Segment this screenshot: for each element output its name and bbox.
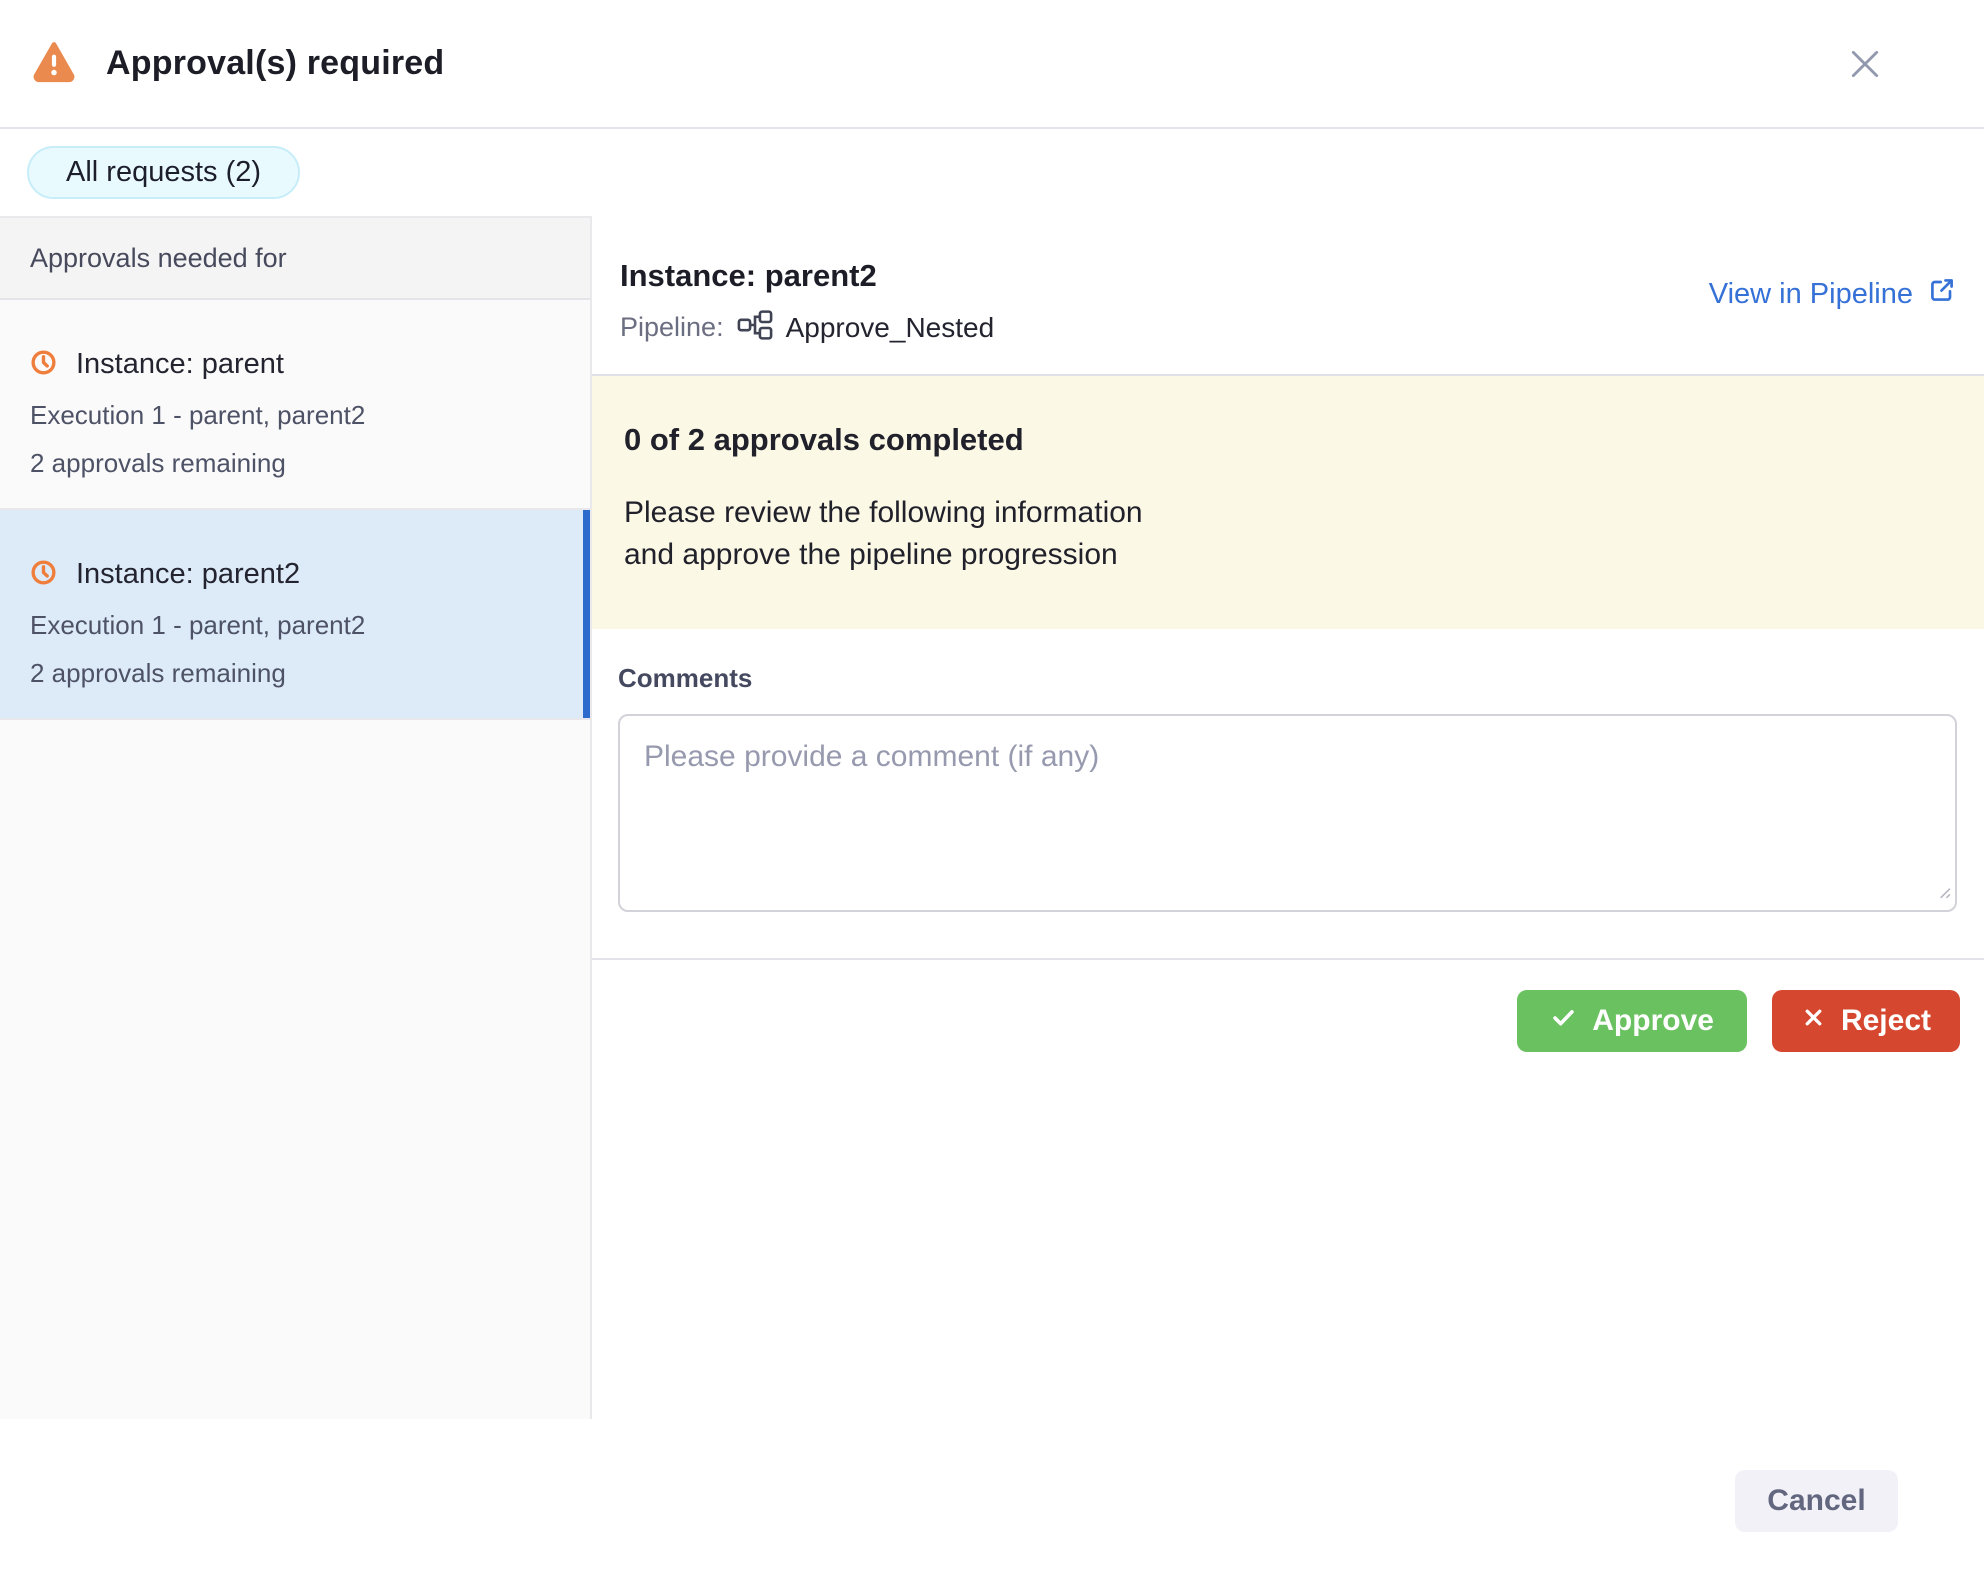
cancel-button[interactable]: Cancel xyxy=(1735,1470,1898,1532)
sidebar-heading: Approvals needed for xyxy=(0,216,590,300)
pipeline-row: Pipeline: Approve_Nested xyxy=(620,310,1958,345)
warning-icon xyxy=(30,39,78,88)
approval-status-callout: 0 of 2 approvals completed Please review… xyxy=(592,376,1984,629)
clock-pending-icon xyxy=(30,559,57,591)
approval-modal: Approval(s) required All requests (2) Ap… xyxy=(0,0,1984,1588)
cross-icon xyxy=(1801,1004,1826,1038)
tab-all-requests[interactable]: All requests (2) xyxy=(27,146,300,199)
comments-field-wrap xyxy=(618,714,1957,912)
modal-title: Approval(s) required xyxy=(106,44,444,83)
approval-item-execution: Execution 1 - parent, parent2 xyxy=(30,610,560,641)
approval-item-execution: Execution 1 - parent, parent2 xyxy=(30,400,560,431)
pipeline-name: Approve_Nested xyxy=(786,312,995,344)
pipeline-icon xyxy=(737,310,773,345)
approval-item-title-row: Instance: parent2 xyxy=(30,558,560,591)
detail-header: Instance: parent2 Pipeline: Approve_Nest… xyxy=(592,216,1984,376)
approval-detail-panel: Instance: parent2 Pipeline: Approve_Nest… xyxy=(592,216,1984,1419)
approve-button[interactable]: Approve xyxy=(1517,990,1747,1052)
check-icon xyxy=(1550,1004,1577,1039)
approvals-sidebar: Approvals needed for Instance: parent Ex… xyxy=(0,216,592,1419)
comments-label: Comments xyxy=(618,663,1957,694)
view-in-pipeline-link[interactable]: View in Pipeline xyxy=(1709,274,1958,314)
approval-item-title: Instance: parent xyxy=(76,348,284,381)
approvals-progress: 0 of 2 approvals completed xyxy=(624,422,1944,458)
pipeline-label: Pipeline: xyxy=(620,312,724,343)
close-icon xyxy=(1845,44,1885,87)
approval-item-parent[interactable]: Instance: parent Execution 1 - parent, p… xyxy=(0,300,590,510)
modal-header: Approval(s) required xyxy=(0,0,1984,129)
tab-row: All requests (2) xyxy=(0,129,1984,216)
actions-row: Approve Reject xyxy=(592,960,1984,1052)
clock-pending-icon xyxy=(30,349,57,381)
resize-handle-icon[interactable] xyxy=(1935,883,1951,904)
comments-section: Comments xyxy=(592,629,1984,912)
comments-input[interactable] xyxy=(618,714,1957,912)
approval-item-remaining: 2 approvals remaining xyxy=(30,448,560,479)
approval-item-title-row: Instance: parent xyxy=(30,348,560,381)
approval-item-parent2[interactable]: Instance: parent2 Execution 1 - parent, … xyxy=(0,510,590,720)
external-link-icon xyxy=(1926,274,1958,314)
modal-body: Approvals needed for Instance: parent Ex… xyxy=(0,216,1984,1419)
approval-instructions: Please review the following information … xyxy=(624,492,1944,576)
approval-item-remaining: 2 approvals remaining xyxy=(30,658,560,689)
reject-button[interactable]: Reject xyxy=(1772,990,1960,1052)
approval-item-title: Instance: parent2 xyxy=(76,558,300,591)
close-button[interactable] xyxy=(1842,42,1888,88)
modal-footer: Cancel xyxy=(0,1419,1984,1588)
approve-label: Approve xyxy=(1592,1004,1714,1038)
reject-label: Reject xyxy=(1841,1004,1931,1038)
approval-instructions-line1: Please review the following information xyxy=(624,492,1944,534)
approval-instructions-line2: and approve the pipeline progression xyxy=(624,534,1944,576)
view-in-pipeline-label: View in Pipeline xyxy=(1709,278,1913,311)
